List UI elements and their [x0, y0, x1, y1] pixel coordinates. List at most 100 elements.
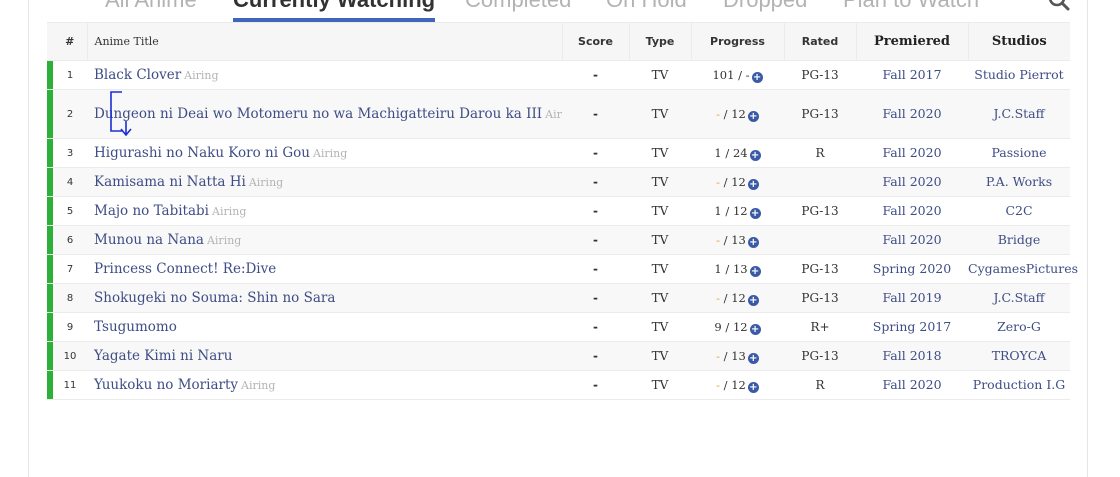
plus-circle-icon[interactable]: +: [747, 294, 759, 306]
studios-cell: Passione: [968, 138, 1070, 168]
premiered-link[interactable]: Fall 2020: [882, 203, 941, 218]
plus-circle-icon[interactable]: +: [749, 323, 761, 335]
studio-link[interactable]: P.A. Works: [986, 174, 1052, 189]
plus-circle-icon[interactable]: +: [749, 207, 761, 219]
header-score[interactable]: Score: [561, 22, 629, 61]
premiered-link[interactable]: Fall 2020: [882, 232, 941, 247]
tab-all-anime[interactable]: All Anime: [105, 0, 197, 22]
progress-total: -: [745, 67, 750, 82]
progress-current[interactable]: 1: [714, 204, 721, 218]
premiered-link[interactable]: Fall 2020: [882, 377, 941, 392]
header-studios[interactable]: Studios: [967, 22, 1070, 61]
premiered-cell: Fall 2018: [856, 341, 968, 371]
anime-title-link[interactable]: Princess Connect! Re:Dive: [94, 261, 276, 277]
progress-total: 12: [731, 106, 746, 121]
anime-title-link[interactable]: Yagate Kimi ni Naru: [94, 348, 232, 364]
premiered-link[interactable]: Spring 2020: [873, 261, 951, 276]
progress-cell: - / 12 +: [691, 167, 784, 197]
studio-link[interactable]: Production I.G: [973, 377, 1065, 392]
header-premiered[interactable]: Premiered: [855, 22, 968, 61]
header-anime-title[interactable]: Anime Title: [86, 22, 562, 61]
plus-circle-icon[interactable]: +: [747, 110, 759, 122]
anime-list-table: # Anime Title Score Type Progress Rated …: [47, 22, 1078, 400]
studio-link[interactable]: Zero-G: [997, 319, 1041, 334]
anime-title-link[interactable]: Dungeon ni Deai wo Motomeru no wa Machig…: [94, 106, 542, 122]
score-value[interactable]: -: [562, 370, 629, 400]
score-value[interactable]: -: [562, 60, 629, 90]
progress-total: 13: [731, 348, 746, 363]
type-value: TV: [629, 254, 691, 284]
premiered-link[interactable]: Fall 2020: [882, 106, 941, 121]
premiered-link[interactable]: Fall 2018: [882, 348, 941, 363]
tab-plan-to-watch[interactable]: Plan to Watch: [843, 0, 979, 22]
score-value[interactable]: -: [562, 254, 629, 284]
anime-title-link[interactable]: Higurashi no Naku Koro ni Gou: [94, 145, 310, 161]
header-number[interactable]: #: [53, 22, 87, 61]
studio-link[interactable]: J.C.Staff: [993, 106, 1044, 121]
anime-title-link[interactable]: Majo no Tabitabi: [94, 203, 209, 219]
anime-title-link[interactable]: Kamisama ni Natta Hi: [94, 174, 246, 190]
type-value: TV: [629, 341, 691, 371]
studios-cell: P.A. Works: [968, 167, 1070, 197]
studio-link[interactable]: J.C.Staff: [993, 290, 1044, 305]
progress-total: 24: [732, 145, 748, 160]
tab-on-hold[interactable]: On Hold: [606, 0, 687, 22]
score-value[interactable]: -: [562, 225, 629, 255]
studio-link[interactable]: CygamesPictures: [968, 261, 1078, 276]
header-rated[interactable]: Rated: [783, 22, 856, 61]
premiered-link[interactable]: Fall 2017: [882, 67, 941, 82]
score-value[interactable]: -: [562, 167, 629, 197]
anime-title-link[interactable]: Munou na Nana: [94, 232, 204, 248]
tab-currently-watching[interactable]: Currently Watching: [233, 0, 436, 22]
studios-cell: CygamesPictures: [968, 254, 1078, 284]
score-value[interactable]: -: [562, 283, 629, 313]
plus-circle-icon[interactable]: +: [749, 149, 761, 161]
score-value[interactable]: -: [562, 341, 629, 371]
rated-value: PG-13: [784, 283, 856, 313]
anime-title-link[interactable]: Yuukoku no Moriarty: [94, 377, 238, 393]
tab-completed[interactable]: Completed: [465, 0, 571, 22]
premiered-cell: Spring 2020: [856, 254, 968, 284]
anime-title-link[interactable]: Shokugeki no Souma: Shin no Sara: [94, 290, 335, 306]
progress-current[interactable]: 1: [714, 262, 721, 276]
search-icon[interactable]: [1047, 0, 1071, 12]
progress-total: 13: [732, 261, 748, 276]
anime-title-link[interactable]: Tsugumomo: [94, 319, 177, 335]
rated-value: PG-13: [784, 341, 856, 371]
header-progress[interactable]: Progress: [690, 22, 784, 61]
studio-link[interactable]: C2C: [1005, 203, 1032, 218]
anime-title-link[interactable]: Black Clover: [94, 67, 181, 83]
studio-link[interactable]: Bridge: [998, 232, 1041, 247]
airing-label: Airing: [212, 205, 247, 218]
score-value[interactable]: -: [562, 312, 629, 342]
progress-total: 13: [731, 232, 746, 247]
plus-circle-icon[interactable]: +: [747, 178, 759, 190]
studio-link[interactable]: TROYCA: [992, 348, 1047, 363]
progress-total: 12: [731, 174, 746, 189]
progress-current[interactable]: 9: [714, 320, 721, 334]
title-cell: Shokugeki no Souma: Shin no Sara: [87, 283, 562, 313]
progress-cell: 9 / 12 +: [691, 312, 784, 342]
title-cell: Higurashi no Naku Koro ni Gou Airing: [87, 138, 562, 168]
score-value[interactable]: -: [562, 196, 629, 226]
plus-circle-icon[interactable]: +: [751, 71, 763, 83]
score-value[interactable]: -: [562, 89, 629, 139]
header-type[interactable]: Type: [628, 22, 691, 61]
plus-circle-icon[interactable]: +: [747, 381, 759, 393]
progress-current[interactable]: 101: [712, 68, 734, 82]
premiered-link[interactable]: Fall 2019: [882, 290, 941, 305]
premiered-link[interactable]: Spring 2017: [873, 319, 951, 334]
progress-current[interactable]: 1: [714, 146, 721, 160]
type-value: TV: [629, 283, 691, 313]
table-row: 10 Yagate Kimi ni Naru - TV - / 13 + PG-13 Fall…: [47, 341, 1070, 371]
plus-circle-icon[interactable]: +: [747, 352, 759, 364]
type-value: TV: [629, 370, 691, 400]
plus-circle-icon[interactable]: +: [747, 236, 759, 248]
tab-dropped[interactable]: Dropped: [723, 0, 807, 22]
premiered-link[interactable]: Fall 2020: [882, 145, 941, 160]
studio-link[interactable]: Passione: [991, 145, 1046, 160]
plus-circle-icon[interactable]: +: [749, 265, 761, 277]
studio-link[interactable]: Studio Pierrot: [974, 67, 1063, 82]
premiered-link[interactable]: Fall 2020: [882, 174, 941, 189]
score-value[interactable]: -: [562, 138, 629, 168]
